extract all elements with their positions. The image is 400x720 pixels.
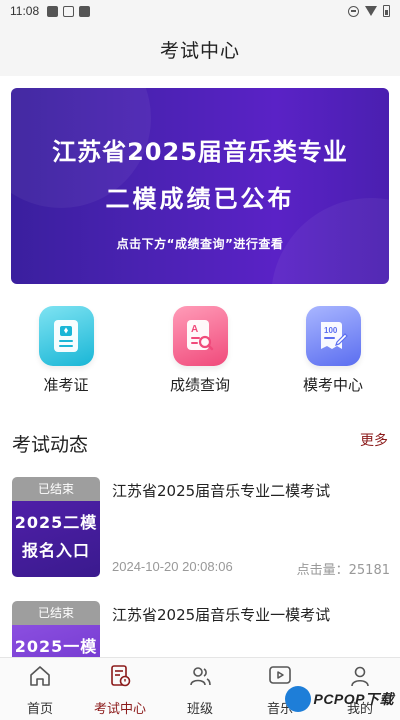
tab-label: 班级 <box>186 702 213 717</box>
dnd-icon <box>348 5 359 17</box>
tab-label: 首页 <box>26 702 53 717</box>
page-header: 考试中心 <box>0 22 400 76</box>
exam-title: 江苏省2025届音乐专业一模考试 <box>112 606 331 624</box>
status-system-icons <box>348 5 390 17</box>
svg-text:100: 100 <box>324 326 338 335</box>
exam-title: 江苏省2025届音乐专业二模考试 <box>112 482 331 500</box>
quick-action-label: 成绩查询 <box>169 376 230 394</box>
tab-home[interactable]: 首页 <box>0 658 80 720</box>
quick-action-label: 准考证 <box>43 376 89 394</box>
banner-headline-2: 二模成绩已公布 <box>105 185 295 213</box>
more-link[interactable]: 更多 <box>360 430 388 450</box>
exam-thumbnail: 已结束 2025二模 报名入口 <box>12 477 100 577</box>
image-icon <box>63 5 75 17</box>
quick-action-mock-exam[interactable]: 100 模考中心 <box>273 306 393 395</box>
list-item[interactable]: 已结束 2025二模 报名入口 江苏省2025届音乐专业二模考试 2024-10… <box>12 477 390 581</box>
notification-icon <box>47 5 59 17</box>
status-bar: 11:08 <box>0 0 400 22</box>
watermark-text: PCPOP下载 <box>313 691 394 707</box>
status-badge: 已结束 <box>12 477 100 501</box>
page-title: 考试中心 <box>159 39 240 62</box>
watermark-circle-icon <box>285 686 312 712</box>
wifi-icon <box>365 6 377 16</box>
section-title: 考试动态 <box>12 434 89 456</box>
home-icon <box>26 662 54 690</box>
score-search-icon: A <box>172 306 228 366</box>
exam-click-count: 点击量：25181 <box>296 563 390 578</box>
banner-subtext: 点击下方“成绩查询”进行查看 <box>116 237 284 251</box>
tab-label: 考试中心 <box>93 702 146 717</box>
status-time: 11:08 <box>10 4 40 18</box>
mock-exam-icon: 100 <box>305 306 361 366</box>
exam-center-icon <box>106 662 134 690</box>
status-badge: 已结束 <box>12 601 100 625</box>
admission-ticket-icon <box>38 306 94 366</box>
tab-class[interactable]: 班级 <box>160 658 240 720</box>
class-icon <box>186 662 214 690</box>
status-notification-icons <box>47 5 91 17</box>
app-notification-icon <box>79 5 91 17</box>
thumbnail-text: 2025二模 报名入口 <box>12 501 100 577</box>
watermark-logo: PCPOP下载 <box>285 686 394 712</box>
quick-action-label: 模考中心 <box>302 376 363 394</box>
svg-text:A: A <box>191 324 198 335</box>
thumbnail-line-2: 报名入口 <box>21 541 90 560</box>
tab-exam-center[interactable]: 考试中心 <box>80 658 160 720</box>
quick-action-admission-ticket[interactable]: 准考证 <box>6 306 126 395</box>
exam-date: 2024-10-20 20:08:06 <box>112 559 233 574</box>
quick-action-score-search[interactable]: A 成绩查询 <box>140 306 260 395</box>
banner-headline-1: 江苏省2025届音乐类专业 <box>52 138 348 166</box>
battery-icon <box>383 5 390 17</box>
thumbnail-line-1: 2025二模 <box>14 513 98 532</box>
announcement-banner[interactable]: 江苏省2025届音乐类专业 二模成绩已公布 点击下方“成绩查询”进行查看 <box>11 88 389 284</box>
